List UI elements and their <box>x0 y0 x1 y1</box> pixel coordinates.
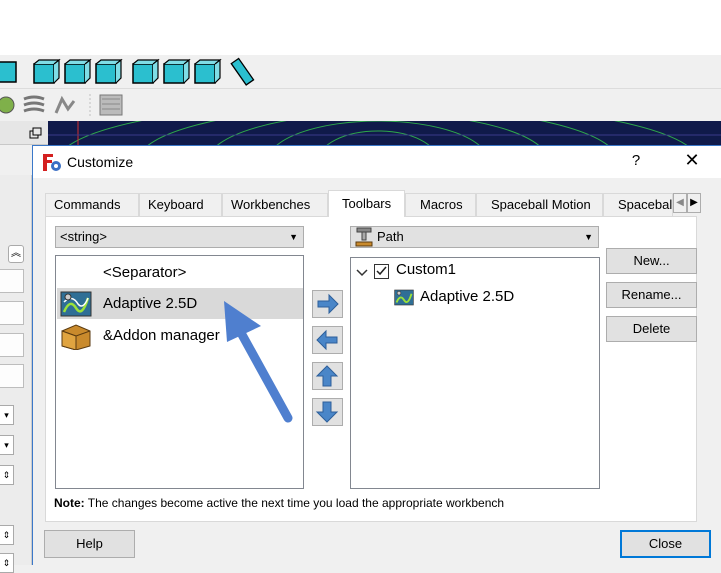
combo-value: <string> <box>60 229 107 244</box>
list-item-label: &Addon manager <box>103 327 220 344</box>
list-item[interactable]: Adaptive 2.5D <box>57 288 303 319</box>
dialog-title: Customize <box>67 154 134 170</box>
task-button[interactable] <box>0 301 24 325</box>
chevron-down-icon[interactable] <box>356 267 368 279</box>
menu-area <box>0 0 721 55</box>
view-rear-icon[interactable] <box>132 58 160 84</box>
path-pocket-icon[interactable] <box>23 95 45 113</box>
list-item[interactable]: &Addon manager <box>57 320 303 351</box>
chevron-down-icon: ▼ <box>584 232 593 242</box>
view-left-icon[interactable] <box>194 58 222 84</box>
move-up-button[interactable] <box>312 362 343 390</box>
view-front-icon[interactable] <box>33 58 61 84</box>
addon-box-icon <box>61 324 91 350</box>
view-bottom-icon[interactable] <box>163 58 191 84</box>
task-button[interactable] <box>0 333 24 357</box>
path-workbench-icon <box>355 227 373 247</box>
tree-item-label: Adaptive 2.5D <box>420 288 515 305</box>
view-toolbar <box>0 55 721 89</box>
collapse-up-icon[interactable]: ︽ <box>8 245 24 263</box>
tab-scroll-left-icon[interactable]: ◀ <box>673 193 687 213</box>
tab-toolbars[interactable]: Toolbars <box>328 190 405 217</box>
note-text: Note: The changes become active the next… <box>54 496 504 510</box>
adaptive-icon <box>394 289 414 306</box>
property-spinner[interactable]: ⇕ <box>0 465 14 485</box>
commands-list[interactable]: <Separator> Adaptive 2.5D &Addon manager <box>55 255 304 489</box>
view-top-icon[interactable] <box>64 58 92 84</box>
chevron-down-icon: ▼ <box>289 232 298 242</box>
move-down-button[interactable] <box>312 398 343 426</box>
toolbars-tab-pane: <string> ▼ <Separator> Adaptive 2.5D &Ad… <box>45 216 697 522</box>
view-right-icon[interactable] <box>95 58 123 84</box>
restore-icon[interactable] <box>28 127 44 143</box>
tab-macros[interactable]: Macros <box>405 193 476 216</box>
path-profile-icon[interactable] <box>0 96 15 114</box>
freecad-logo-icon <box>43 154 61 171</box>
arrow-right-icon <box>317 293 339 315</box>
tab-scroll-right-icon[interactable]: ▶ <box>687 193 701 213</box>
tree-item-label: Custom1 <box>396 261 457 278</box>
tab-workbenches[interactable]: Workbenches <box>222 193 328 216</box>
tab-spaceball-buttons[interactable]: Spaceball <box>603 193 673 216</box>
tab-keyboard[interactable]: Keyboard <box>139 193 222 216</box>
adaptive-icon <box>60 291 92 317</box>
path-engrave-icon[interactable] <box>54 95 76 114</box>
arrow-up-icon <box>315 365 339 387</box>
close-button[interactable]: Close <box>620 530 711 558</box>
list-item-label: <Separator> <box>103 264 187 281</box>
workbench-commands-combo[interactable]: <string> ▼ <box>55 226 304 248</box>
measure-ruler-icon[interactable] <box>230 57 255 86</box>
remove-command-button[interactable] <box>312 326 343 354</box>
tab-spaceball-motion[interactable]: Spaceball Motion <box>476 193 603 216</box>
property-dropdown[interactable]: ▾ <box>0 435 14 455</box>
customize-dialog: Customize ? ✕ Commands Keyboard Workbenc… <box>32 145 721 565</box>
help-button[interactable]: ? <box>629 152 643 169</box>
path-toolbar <box>0 89 721 121</box>
task-button[interactable] <box>0 269 24 293</box>
workbench-combo[interactable]: Path ▼ <box>350 226 599 248</box>
rename-toolbar-button[interactable]: Rename... <box>606 282 697 308</box>
property-dropdown[interactable]: ▾ <box>0 405 14 425</box>
checkbox-icon[interactable] <box>374 264 389 279</box>
list-item[interactable]: <Separator> <box>57 257 303 288</box>
tab-commands[interactable]: Commands <box>45 193 139 216</box>
toolbar-tree[interactable]: Custom1 Adaptive 2.5D <box>350 257 600 489</box>
list-item-label: Adaptive 2.5D <box>103 295 198 312</box>
close-window-button[interactable]: ✕ <box>681 150 703 171</box>
combo-view-panel: ︽ ▾ ▾ ⇕ ⇕ ⇕ <box>0 145 32 573</box>
tree-item-toolbar[interactable]: Custom1 <box>351 260 599 284</box>
add-command-button[interactable] <box>312 290 343 318</box>
arrow-down-icon <box>315 401 339 423</box>
path-3d-surface-icon[interactable] <box>99 94 123 116</box>
note-label: Note: <box>54 496 85 510</box>
task-button[interactable] <box>0 364 24 388</box>
combo-value: Path <box>377 229 404 244</box>
delete-toolbar-button[interactable]: Delete <box>606 316 697 342</box>
arrow-left-icon <box>316 329 338 351</box>
property-spinner[interactable]: ⇕ <box>0 525 14 545</box>
note-body: The changes become active the next time … <box>84 496 505 510</box>
tree-item-command[interactable]: Adaptive 2.5D <box>351 285 599 311</box>
help-button[interactable]: Help <box>44 530 135 558</box>
view-cube-icon[interactable] <box>0 61 17 83</box>
property-spinner[interactable]: ⇕ <box>0 553 14 573</box>
dialog-titlebar: Customize ? ✕ <box>33 146 721 178</box>
new-toolbar-button[interactable]: New... <box>606 248 697 274</box>
panel-titlebar <box>0 121 48 145</box>
